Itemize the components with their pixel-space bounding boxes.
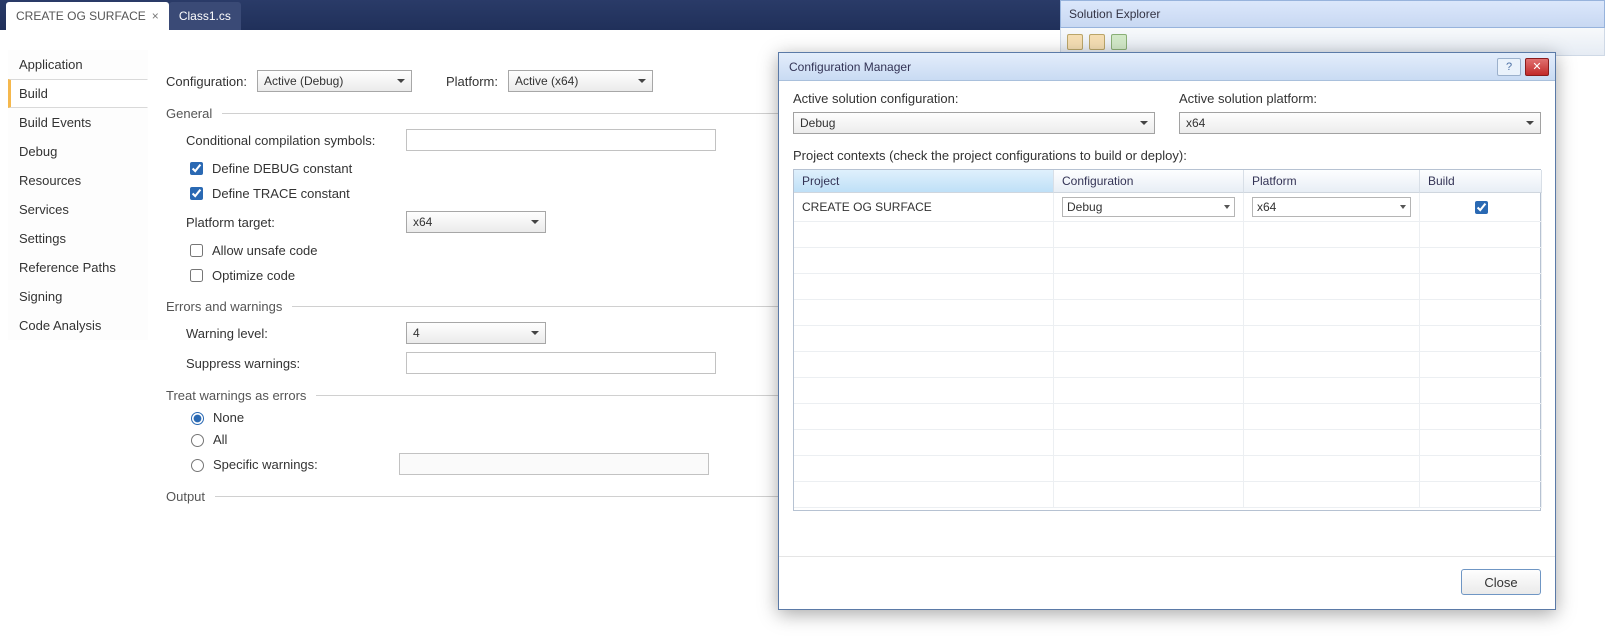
dialog-title: Configuration Manager <box>789 60 911 74</box>
sidebar-item-resources[interactable]: Resources <box>8 166 148 195</box>
sidebar-item-reference-paths[interactable]: Reference Paths <box>8 253 148 282</box>
close-icon: ✕ <box>1532 60 1541 73</box>
chevron-down-icon <box>531 220 539 224</box>
define-trace-checkbox[interactable] <box>190 187 203 200</box>
section-label: Output <box>166 489 205 504</box>
close-icon[interactable]: × <box>152 9 159 23</box>
sidebar-item-debug[interactable]: Debug <box>8 137 148 166</box>
sidebar-item-build-events[interactable]: Build Events <box>8 108 148 137</box>
section-label: General <box>166 106 212 121</box>
select-value: Active (x64) <box>515 74 578 88</box>
col-configuration[interactable]: Configuration <box>1054 170 1244 193</box>
cell-config: Debug <box>1054 193 1244 222</box>
ccs-label: Conditional compilation symbols: <box>186 133 406 148</box>
twae-all-radio[interactable] <box>191 434 204 447</box>
select-value: Debug <box>800 116 835 130</box>
cell-project: CREATE OG SURFACE <box>794 193 1054 222</box>
toolbar-icon[interactable] <box>1067 34 1083 50</box>
chevron-down-icon <box>531 331 539 335</box>
sidebar-item-settings[interactable]: Settings <box>8 224 148 253</box>
section-label: Errors and warnings <box>166 299 282 314</box>
sidebar-item-services[interactable]: Services <box>8 195 148 224</box>
row-platform-select[interactable]: x64 <box>1252 197 1411 217</box>
chevron-down-icon <box>1224 205 1230 209</box>
tab-class1[interactable]: Class1.cs <box>169 2 241 30</box>
twae-all-label: All <box>213 432 227 447</box>
col-project[interactable]: Project <box>794 170 1054 193</box>
sidebar-item-build[interactable]: Build <box>8 79 148 108</box>
cell-platform: x64 <box>1244 193 1420 222</box>
sidebar-item-application[interactable]: Application <box>8 50 148 79</box>
toolbar-icon[interactable] <box>1089 34 1105 50</box>
row-config-select[interactable]: Debug <box>1062 197 1235 217</box>
chevron-down-icon <box>1140 121 1148 125</box>
select-value: Active (Debug) <box>264 74 343 88</box>
col-platform[interactable]: Platform <box>1244 170 1420 193</box>
select-value: x64 <box>413 215 432 229</box>
close-window-button[interactable]: ✕ <box>1525 58 1549 76</box>
sidebar-item-signing[interactable]: Signing <box>8 282 148 311</box>
allow-unsafe-checkbox[interactable] <box>190 244 203 257</box>
define-debug-label: Define DEBUG constant <box>212 161 352 176</box>
tab-label: Class1.cs <box>179 9 231 23</box>
close-button-label: Close <box>1484 575 1517 590</box>
warning-level-select[interactable]: 4 <box>406 322 546 344</box>
toolbar-icon[interactable] <box>1111 34 1127 50</box>
chevron-down-icon <box>397 79 405 83</box>
configuration-manager-dialog: Configuration Manager ? ✕ Active solutio… <box>778 52 1556 610</box>
help-button[interactable]: ? <box>1497 58 1521 76</box>
configuration-select[interactable]: Active (Debug) <box>257 70 412 92</box>
row-build-checkbox[interactable] <box>1475 201 1488 214</box>
active-solution-config-select[interactable]: Debug <box>793 112 1155 134</box>
suppress-input[interactable] <box>406 352 716 374</box>
chevron-down-icon <box>1526 121 1534 125</box>
twae-none-label: None <box>213 410 244 425</box>
chevron-down-icon <box>1400 205 1406 209</box>
tab-create-og-surface[interactable]: CREATE OG SURFACE × <box>6 2 169 30</box>
platform-target-select[interactable]: x64 <box>406 211 546 233</box>
panel-title: Solution Explorer <box>1069 7 1160 21</box>
properties-sidebar: Application Build Build Events Debug Res… <box>8 50 148 630</box>
allow-unsafe-label: Allow unsafe code <box>212 243 318 258</box>
define-trace-label: Define TRACE constant <box>212 186 350 201</box>
optimize-label: Optimize code <box>212 268 295 283</box>
suppress-label: Suppress warnings: <box>186 356 406 371</box>
active-solution-platform-select[interactable]: x64 <box>1179 112 1541 134</box>
twae-specific-label: Specific warnings: <box>213 457 393 472</box>
section-label: Treat warnings as errors <box>166 388 306 403</box>
platform-target-label: Platform target: <box>186 215 406 230</box>
sidebar-item-code-analysis[interactable]: Code Analysis <box>8 311 148 340</box>
close-button[interactable]: Close <box>1461 569 1541 595</box>
project-contexts-grid: Project Configuration Platform Build CRE… <box>793 169 1541 511</box>
tab-label: CREATE OG SURFACE <box>16 9 146 23</box>
platform-select[interactable]: Active (x64) <box>508 70 653 92</box>
platform-label: Platform: <box>446 74 498 89</box>
active-solution-platform-label: Active solution platform: <box>1179 91 1541 106</box>
twae-specific-input <box>399 453 709 475</box>
ccs-input[interactable] <box>406 129 716 151</box>
help-icon: ? <box>1506 61 1512 73</box>
table-row: CREATE OG SURFACE Debug x64 <box>794 193 1540 222</box>
dialog-titlebar[interactable]: Configuration Manager ? ✕ <box>779 53 1555 81</box>
col-build[interactable]: Build <box>1420 170 1542 193</box>
solution-explorer-panel: Solution Explorer <box>1060 0 1605 56</box>
select-value: x64 <box>1257 200 1276 214</box>
cell-build <box>1420 193 1542 222</box>
select-value: Debug <box>1067 200 1102 214</box>
warning-level-label: Warning level: <box>186 326 406 341</box>
select-value: x64 <box>1186 116 1205 130</box>
twae-specific-radio[interactable] <box>191 459 204 472</box>
define-debug-checkbox[interactable] <box>190 162 203 175</box>
project-contexts-label: Project contexts (check the project conf… <box>793 148 1541 163</box>
active-solution-config-label: Active solution configuration: <box>793 91 1155 106</box>
solution-explorer-header[interactable]: Solution Explorer <box>1060 0 1605 28</box>
chevron-down-icon <box>638 79 646 83</box>
configuration-label: Configuration: <box>166 74 247 89</box>
optimize-checkbox[interactable] <box>190 269 203 282</box>
select-value: 4 <box>413 326 420 340</box>
twae-none-radio[interactable] <box>191 412 204 425</box>
